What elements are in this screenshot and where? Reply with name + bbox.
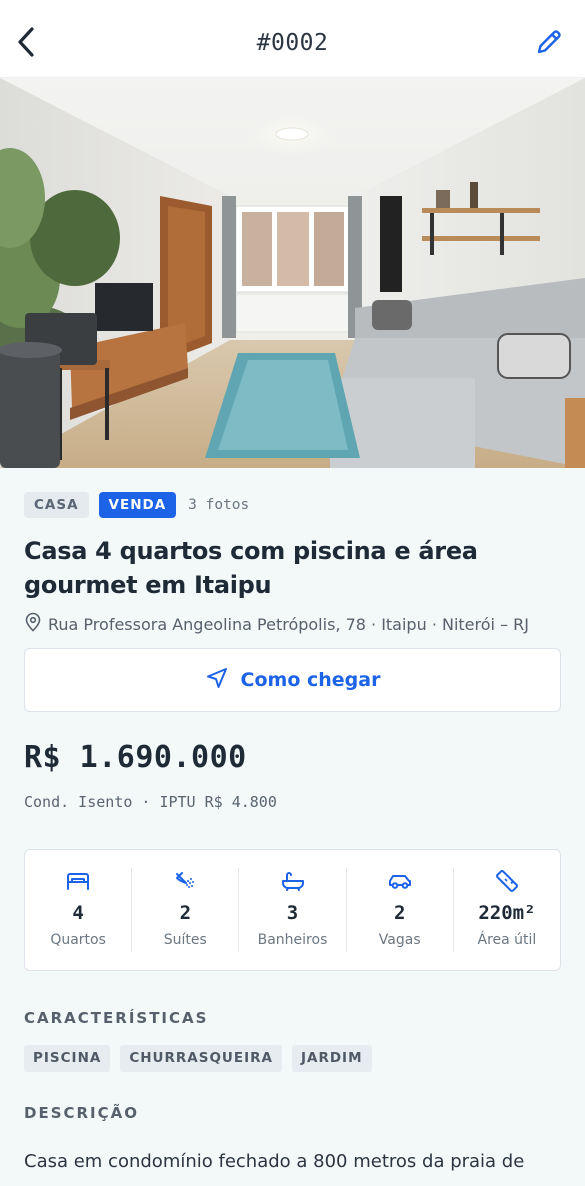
stat-label: Área útil [477,932,537,948]
stat-label: Banheiros [257,932,328,948]
badges-row: CASA VENDA 3 fotos [24,492,561,518]
living-room-photo [0,78,585,468]
fees: Cond. Isento · IPTU R$ 4.800 [24,793,277,811]
type-badge: CASA [24,492,89,518]
directions-label: Como chegar [240,669,381,691]
map-pin-icon [24,612,42,636]
stat-label: Vagas [378,932,421,948]
deal-badge: VENDA [98,492,177,518]
feature-chip: CHURRASQUEIRA [120,1045,282,1072]
ruler-icon [494,868,520,894]
property-photo[interactable] [0,78,585,468]
stat-area: 220m² Área útil [454,868,560,952]
listing-content: CASA VENDA 3 fotos Casa 4 quartos com pi… [0,468,585,1176]
bed-icon [65,868,91,894]
stats-card: 4 Quartos 2 Suítes 3 Banheiros 2 Vagas 2… [24,849,561,971]
stat-value: 220m² [478,902,536,924]
feature-chip: PISCINA [24,1045,111,1072]
description-heading: DESCRIÇÃO [24,1104,140,1122]
stat-suites: 2 Suítes [132,868,240,952]
directions-button[interactable]: Como chegar [24,648,561,712]
navigation-arrow-icon [205,666,229,695]
shower-icon [173,868,197,894]
stat-value: 2 [393,902,406,924]
description-text: Casa em condomínio fechado a 800 metros … [24,1151,525,1172]
stat-label: Quartos [50,932,106,948]
stat-label: Suítes [163,932,207,948]
stat-value: 3 [286,902,299,924]
listing-title: Casa 4 quartos com piscina e área gourme… [24,537,478,599]
stat-quartos: 4 Quartos [25,868,133,952]
photos-count[interactable]: 3 fotos [188,497,249,513]
car-icon [387,868,413,894]
stat-value: 2 [179,902,192,924]
listing-code: #0002 [256,30,329,56]
bathtub-icon [280,868,306,894]
address-row: Rua Professora Angeolina Petrópolis, 78 … [24,612,561,636]
stat-banheiros: 3 Banheiros [239,868,347,952]
feature-chip: JARDIM [291,1045,372,1072]
stat-value: 4 [72,902,84,924]
features-heading: CARACTERÍSTICAS [24,1009,209,1027]
address-text: Rua Professora Angeolina Petrópolis, 78 … [48,614,529,634]
features-list: PISCINA CHURRASQUEIRA JARDIM [24,1045,561,1072]
app-header: #0002 [0,0,585,78]
price: R$ 1.690.000 [24,740,247,775]
stat-vagas: 2 Vagas [347,868,454,952]
edit-button[interactable] [531,24,567,64]
pencil-icon [534,27,564,61]
